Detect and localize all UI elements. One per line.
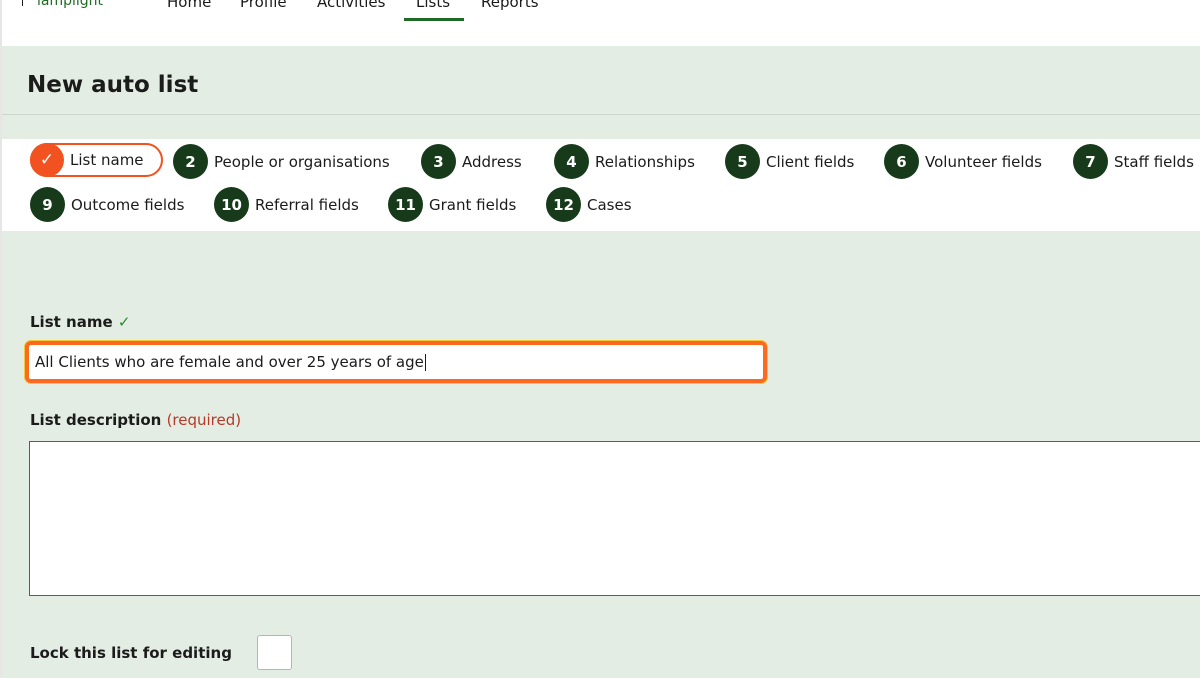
step-cases[interactable]: 12 Cases [546, 187, 632, 222]
step-number: 10 [214, 187, 249, 222]
step-client-fields[interactable]: 5 Client fields [725, 144, 854, 179]
step-number: 11 [388, 187, 423, 222]
list-name-value: All Clients who are female and over 25 y… [35, 353, 424, 371]
list-name-input[interactable]: All Clients who are female and over 25 y… [25, 341, 767, 383]
step-address[interactable]: 3 Address [421, 144, 522, 179]
logo-mark-icon [22, 0, 23, 6]
lamplight-logo[interactable]: lamplight [22, 0, 103, 9]
nav-lists[interactable]: Lists [416, 0, 450, 11]
list-description-label-text: List description [30, 411, 162, 429]
step-number: 6 [884, 144, 919, 179]
step-label: Volunteer fields [925, 152, 1042, 171]
step-outcome-fields[interactable]: 9 Outcome fields [30, 187, 184, 222]
list-description-label: List description (required) [30, 411, 241, 429]
step-number: 4 [554, 144, 589, 179]
page-title: New auto list [27, 72, 199, 98]
step-label: Client fields [766, 152, 855, 171]
nav-profile[interactable]: Profile [240, 0, 287, 11]
step-staff-fields[interactable]: 7 Staff fields [1073, 144, 1194, 179]
valid-check-icon: ✓ [117, 313, 131, 331]
step-label: Relationships [595, 152, 695, 171]
step-label: Referral fields [255, 195, 359, 214]
step-volunteer-fields[interactable]: 6 Volunteer fields [884, 144, 1042, 179]
nav-home[interactable]: Home [167, 0, 211, 11]
nav-activities[interactable]: Activities [317, 0, 385, 11]
step-number: 3 [421, 144, 456, 179]
step-list-name[interactable]: ✓ List name [30, 143, 163, 177]
app-frame: lamplight Home Profile Activities Lists … [0, 0, 1200, 678]
step-relationships[interactable]: 4 Relationships [554, 144, 695, 179]
step-label: Staff fields [1114, 152, 1194, 171]
lock-list-label: Lock this list for editing [30, 644, 232, 662]
step-label: Grant fields [429, 195, 517, 214]
step-number: 9 [30, 187, 65, 222]
step-referral-fields[interactable]: 10 Referral fields [214, 187, 359, 222]
step-label: Outcome fields [71, 195, 185, 214]
step-label: People or organisations [214, 152, 390, 171]
step-number: 5 [725, 144, 760, 179]
list-name-label-text: List name [30, 313, 113, 331]
step-number: 7 [1073, 144, 1108, 179]
step-label: Cases [587, 195, 632, 214]
list-description-textarea[interactable] [29, 441, 1200, 596]
step-people-or-organisations[interactable]: 2 People or organisations [173, 144, 390, 179]
logo-text: lamplight [37, 0, 104, 9]
list-name-label: List name ✓ [30, 313, 130, 331]
nav-reports[interactable]: Reports [481, 0, 539, 11]
lock-list-checkbox[interactable] [257, 635, 292, 670]
step-label: Address [462, 152, 522, 171]
wizard-steps: ✓ List name 2 People or organisations 3 … [2, 139, 1200, 231]
header-divider [2, 114, 1200, 115]
step-grant-fields[interactable]: 11 Grant fields [388, 187, 516, 222]
required-indicator: (required) [166, 411, 242, 429]
checkmark-icon: ✓ [30, 143, 64, 177]
top-navigation: lamplight Home Profile Activities Lists … [2, 0, 1200, 46]
step-number: 2 [173, 144, 208, 179]
nav-active-indicator [404, 18, 464, 21]
step-label: List name [70, 151, 144, 169]
text-caret [424, 353, 426, 371]
step-number: 12 [546, 187, 581, 222]
